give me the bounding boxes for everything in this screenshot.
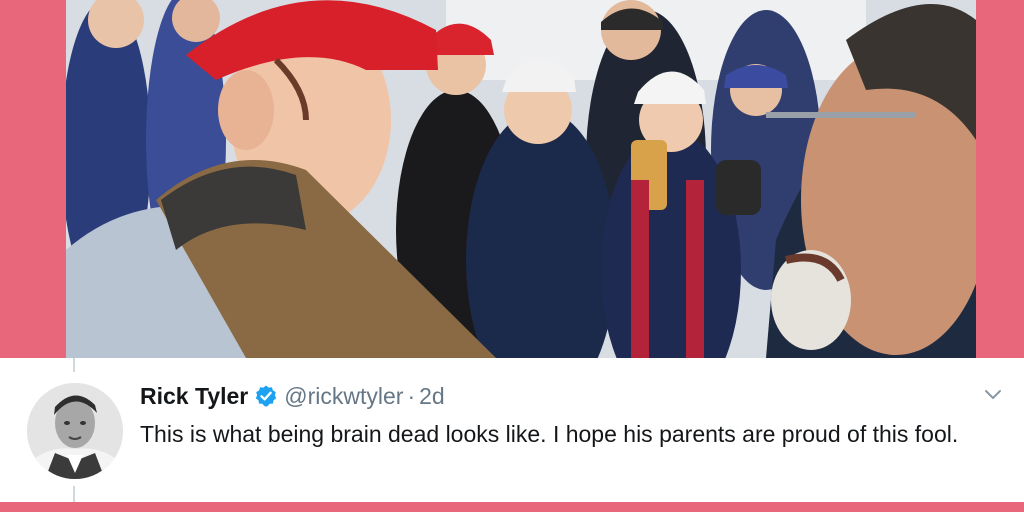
bottom-border: [0, 502, 1024, 512]
separator-dot: ·: [407, 382, 416, 409]
tweet-header: Rick Tyler @rickwtyler · 2d: [140, 380, 445, 412]
user-handle[interactable]: @rickwtyler: [284, 383, 403, 410]
tweet-media-photo[interactable]: [66, 0, 976, 358]
crowd-photo: [66, 0, 976, 358]
tweet-text: This is what being brain dead looks like…: [140, 421, 959, 447]
display-name[interactable]: Rick Tyler: [140, 383, 248, 410]
chevron-down-icon[interactable]: [983, 388, 1003, 402]
timestamp[interactable]: 2d: [419, 383, 445, 410]
avatar[interactable]: [27, 383, 123, 479]
thread-line: [73, 358, 75, 372]
thread-line: [73, 486, 75, 502]
profile-photo: [27, 383, 123, 479]
verified-badge-icon: [254, 384, 278, 408]
